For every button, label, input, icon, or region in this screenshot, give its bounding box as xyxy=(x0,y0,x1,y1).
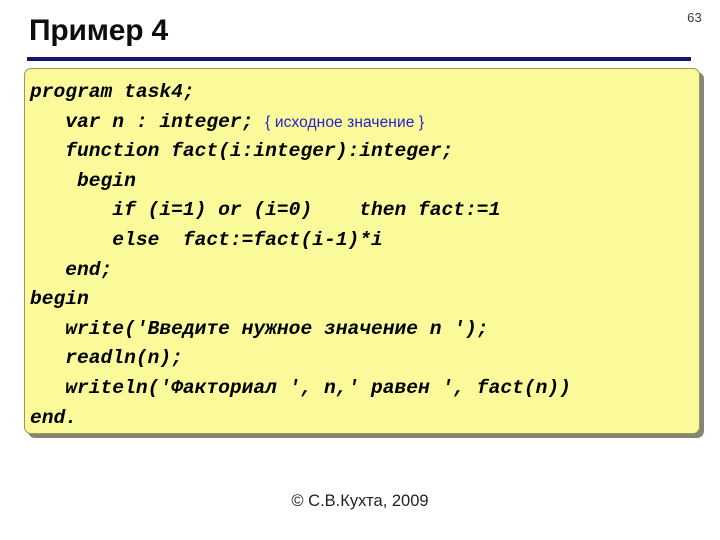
page-number: 63 xyxy=(687,10,702,25)
title-divider xyxy=(27,57,691,61)
code-line: begin xyxy=(25,285,699,315)
code-listing: program task4; var n : integer; { исходн… xyxy=(25,78,699,433)
code-line: end; xyxy=(25,256,699,286)
footer-copyright: © С.В.Кухта, 2009 xyxy=(291,492,429,510)
code-comment: { исходное значение } xyxy=(265,113,425,131)
code-text: else fact:=fact(i-1)*i xyxy=(30,228,383,251)
code-line: write('Введите нужное значение n '); xyxy=(25,315,699,345)
slide-canvas: 63 Пример 4 program task4; var n : integ… xyxy=(0,0,720,540)
code-text: begin xyxy=(30,288,89,311)
code-text: program task4; xyxy=(30,81,195,103)
code-line: end. xyxy=(25,404,699,433)
code-text: if (i=1) or (i=0) then fact:=1 xyxy=(30,199,501,222)
code-text: end; xyxy=(30,258,113,281)
code-line: var n : integer; { исходное значение } xyxy=(25,108,699,138)
code-text: function fact(i:integer):integer; xyxy=(30,140,454,163)
code-text: begin xyxy=(30,169,136,192)
code-text: writeln('Факториал ', n,' равен ', fact(… xyxy=(30,376,571,399)
code-text: var n : integer; xyxy=(30,110,266,133)
code-text: end. xyxy=(30,406,78,429)
code-line: if (i=1) or (i=0) then fact:=1 xyxy=(25,196,699,226)
code-text: readln(n); xyxy=(30,347,183,370)
code-line: begin xyxy=(25,167,699,197)
page-title: Пример 4 xyxy=(29,14,168,47)
code-text: write('Введите нужное значение n '); xyxy=(30,317,489,340)
code-card: program task4; var n : integer; { исходн… xyxy=(24,68,700,434)
code-line: else fact:=fact(i-1)*i xyxy=(25,226,699,256)
code-line: program task4; xyxy=(25,78,699,108)
code-line: writeln('Факториал ', n,' равен ', fact(… xyxy=(25,374,699,404)
code-line: readln(n); xyxy=(25,344,699,374)
code-line: function fact(i:integer):integer; xyxy=(25,137,699,167)
